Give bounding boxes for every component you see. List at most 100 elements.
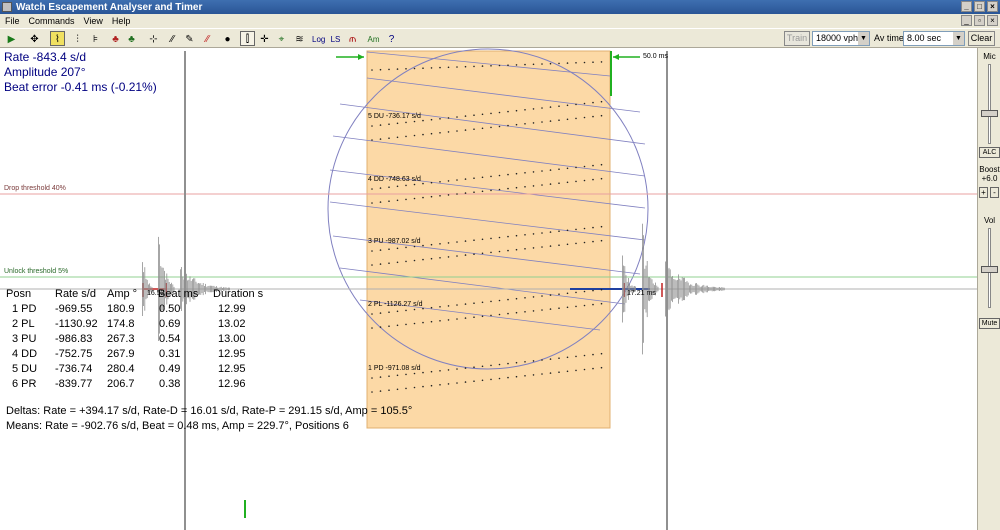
split-icon[interactable]: ✛	[257, 31, 272, 46]
series-point	[464, 317, 467, 319]
maximize-button[interactable]: □	[974, 1, 985, 12]
mdi-close-button[interactable]: ×	[987, 15, 998, 26]
boost-minus-button[interactable]: -	[990, 187, 999, 198]
series-point	[447, 383, 450, 385]
series-point	[371, 125, 373, 127]
series-point	[405, 121, 407, 124]
series-point	[592, 240, 594, 243]
series-point	[439, 370, 441, 372]
markers-icon[interactable]: ⊧	[88, 31, 103, 46]
table-cell: -969.55	[55, 303, 93, 315]
menu-file[interactable]: File	[0, 16, 24, 26]
gauge-icon[interactable]: ⌖	[274, 31, 289, 46]
right-interval-label: 17.21 ms	[627, 290, 656, 297]
series-point	[524, 186, 526, 188]
alc-button[interactable]: ALC	[979, 147, 1000, 158]
pen-icon[interactable]: ✎	[182, 31, 197, 46]
series-point	[430, 257, 433, 260]
close-button[interactable]: ×	[987, 1, 998, 12]
series-point	[541, 373, 543, 375]
series-point	[583, 241, 586, 244]
waveform-sample	[684, 277, 685, 301]
amplitude-button[interactable]: Am	[366, 31, 381, 46]
mic-slider-thumb[interactable]	[981, 110, 998, 117]
ls-button[interactable]: LS	[328, 31, 343, 46]
series-point	[388, 325, 390, 328]
mdi-minimize-button[interactable]: _	[961, 15, 972, 26]
waveform-sample	[714, 286, 715, 292]
log-button[interactable]: Log	[311, 31, 326, 46]
menu-commands[interactable]: Commands	[24, 16, 79, 26]
colors-icon[interactable]: ♣	[108, 31, 123, 46]
series-point	[507, 312, 509, 315]
waveform-sample	[142, 262, 143, 316]
crosshair-icon[interactable]: ⊹	[146, 31, 161, 46]
chart-icon[interactable]: ⫙	[345, 31, 360, 46]
colors-alt-icon[interactable]: ♣	[124, 31, 139, 46]
vol-slider-thumb[interactable]	[981, 266, 998, 273]
waveform-sample	[673, 279, 675, 300]
series-point	[405, 260, 407, 263]
series-point	[549, 106, 552, 108]
series-point	[583, 354, 586, 357]
mute-button[interactable]: Mute	[979, 318, 1000, 329]
table-cell: 12.95	[218, 348, 246, 360]
series-point	[600, 61, 603, 63]
series-point	[592, 289, 594, 292]
series-point	[422, 196, 424, 199]
series-point	[507, 187, 509, 190]
series-point	[498, 174, 501, 177]
waveform-sample	[675, 280, 677, 298]
record-icon[interactable]: ▶	[4, 31, 19, 46]
series-point	[592, 303, 594, 306]
series-point	[422, 385, 424, 388]
pin-icon[interactable]: ●	[220, 31, 235, 46]
series-point	[532, 310, 535, 312]
avtime-select[interactable]: 8.00 sec ▼	[903, 31, 965, 46]
series-point	[490, 314, 492, 317]
series-point	[464, 65, 467, 68]
help-cursor-icon[interactable]: ?	[384, 31, 399, 46]
series-point	[405, 184, 407, 187]
series-point	[439, 195, 441, 197]
boost-plus-button[interactable]: +	[979, 187, 988, 198]
clear-button[interactable]: Clear	[968, 31, 995, 46]
vph-select[interactable]: 18000 vph ▼	[812, 31, 870, 46]
slope-icon[interactable]: ∕∕	[165, 31, 180, 46]
trace-display[interactable]: 5 DU -736.17 s/d 4 DD -748.63 s/d 3 PU -98…	[0, 48, 977, 530]
minimize-button[interactable]: _	[961, 1, 972, 12]
train-button[interactable]: Train	[784, 31, 810, 46]
move-icon[interactable]: ✥	[27, 31, 42, 46]
mdi-restore-button[interactable]: ▫	[974, 15, 985, 26]
filter-icon[interactable]: ⫶	[70, 31, 85, 46]
series-point	[592, 178, 594, 181]
series-point	[464, 381, 467, 383]
series-point	[388, 248, 390, 250]
sweep-icon[interactable]: ⫿	[240, 31, 255, 46]
series-point	[507, 173, 509, 176]
series-point	[388, 200, 390, 202]
series-point	[473, 316, 475, 319]
multi-icon[interactable]: ≋	[292, 31, 307, 46]
series-point	[575, 369, 577, 372]
waveform-sample	[722, 287, 724, 291]
series-point	[481, 379, 484, 382]
means-line: Means: Rate = -902.76 s/d, Beat = 0.48 m…	[6, 420, 349, 432]
series-point	[456, 255, 458, 257]
waveform-icon[interactable]: ⌇	[50, 31, 65, 46]
menu-help[interactable]: Help	[107, 16, 135, 26]
series-point	[396, 310, 399, 313]
series-point	[379, 312, 382, 314]
waveform-sample	[717, 287, 719, 291]
series-point	[532, 63, 535, 66]
series-point	[592, 101, 594, 104]
vph-value: 18000 vph	[816, 33, 859, 43]
menu-view[interactable]: View	[79, 16, 107, 26]
table-cell: 2 PL	[12, 318, 35, 330]
series-point	[405, 373, 407, 376]
mic-slider-track[interactable]	[988, 64, 991, 144]
series-point	[388, 262, 390, 264]
series-point	[473, 380, 475, 383]
red-slope-icon[interactable]: ∕∕	[200, 31, 215, 46]
waveform-sample	[210, 285, 211, 293]
